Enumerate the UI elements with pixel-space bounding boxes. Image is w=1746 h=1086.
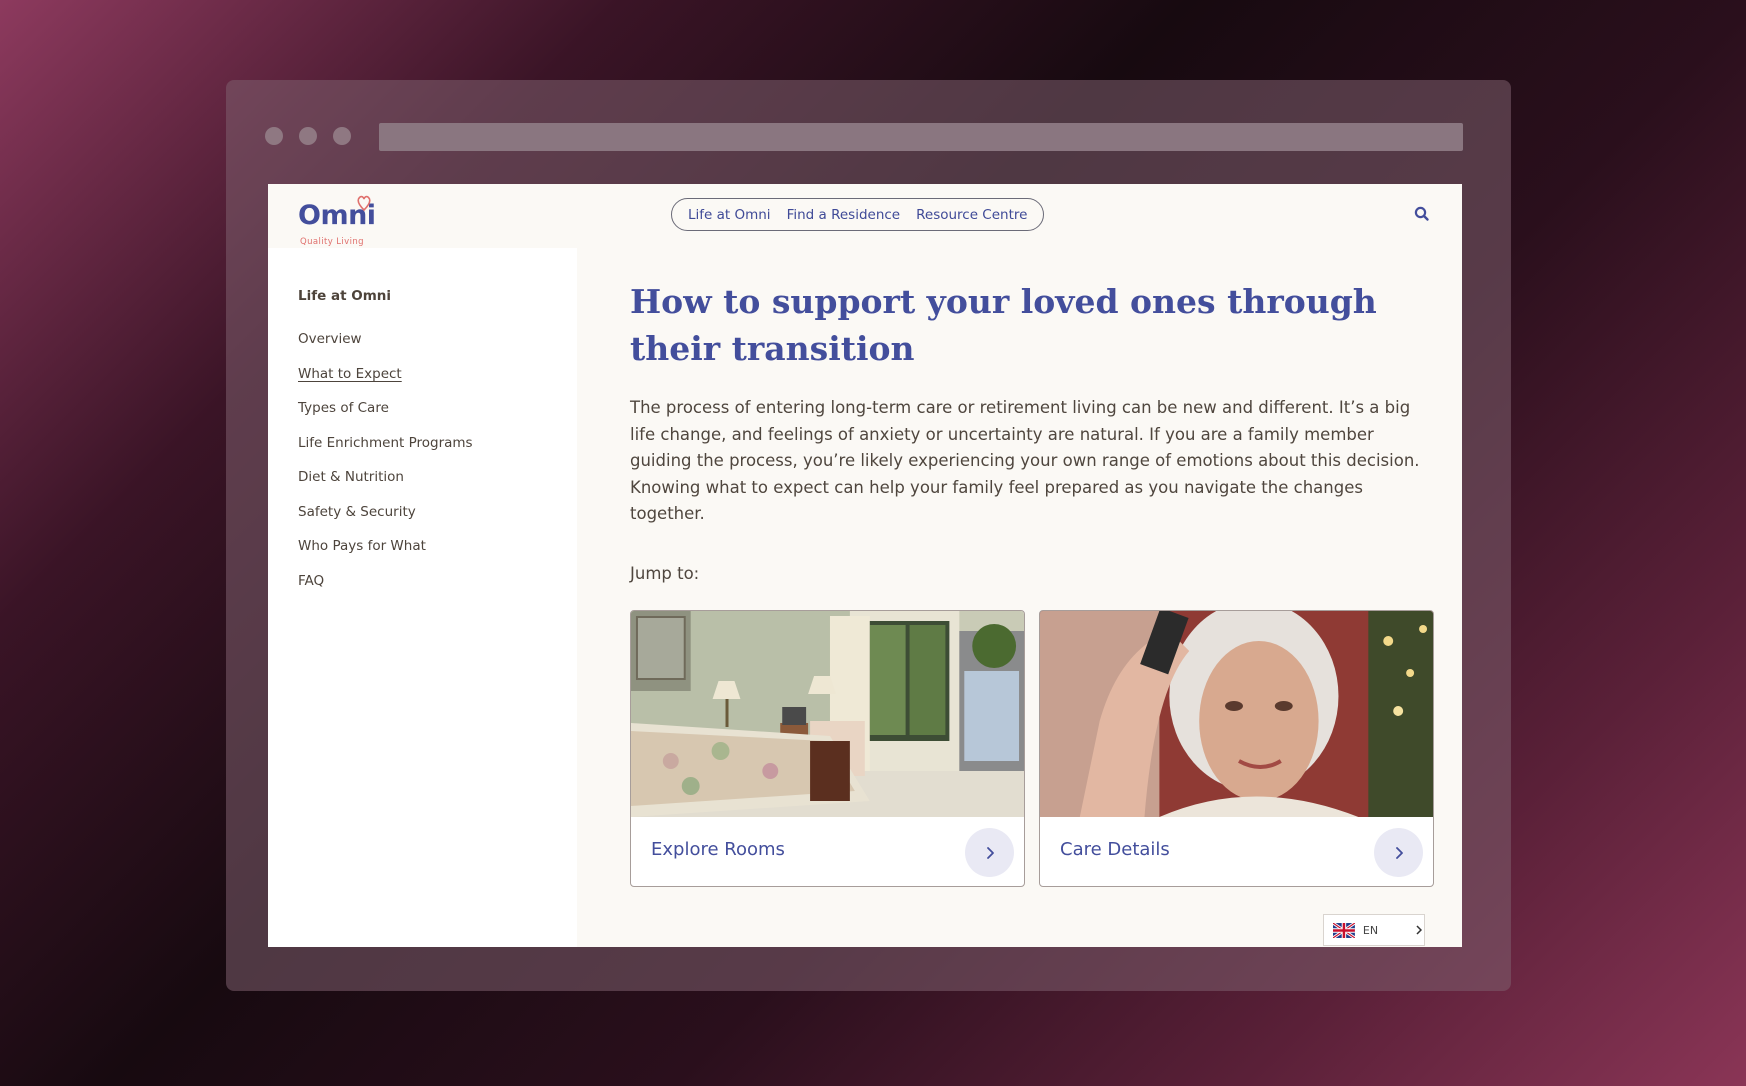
window-dot-maximize[interactable] <box>333 127 351 145</box>
web-page: Omni Quality Living Life at Omni Find a … <box>268 184 1462 947</box>
sidebar-item-what-to-expect[interactable]: What to Expect <box>298 366 473 401</box>
heart-icon <box>357 195 371 212</box>
care-details-card[interactable]: Care Details <box>1039 610 1434 887</box>
nav-find-a-residence[interactable]: Find a Residence <box>787 207 901 223</box>
jump-to-label: Jump to: <box>630 564 700 583</box>
sidebar-item-types-of-care[interactable]: Types of Care <box>298 400 473 435</box>
sidebar-item-diet-nutrition[interactable]: Diet & Nutrition <box>298 469 473 504</box>
logo-tagline: Quality Living <box>300 237 364 247</box>
nav-resource-centre[interactable]: Resource Centre <box>916 207 1027 223</box>
explore-rooms-label: Explore Rooms <box>651 839 785 860</box>
sidebar-item-faq[interactable]: FAQ <box>298 573 473 608</box>
chevron-right-icon <box>1416 925 1423 935</box>
bedroom-photo <box>631 611 1024 817</box>
nav-life-at-omni[interactable]: Life at Omni <box>688 207 771 223</box>
senior-woman-photo <box>1040 611 1433 817</box>
uk-flag-icon <box>1333 922 1355 938</box>
chevron-right-icon <box>1395 846 1403 859</box>
sidebar-item-life-enrichment-programs[interactable]: Life Enrichment Programs <box>298 435 473 470</box>
sidebar-item-who-pays[interactable]: Who Pays for What <box>298 538 473 573</box>
sidebar: Life at Omni Overview What to Expect Typ… <box>268 248 577 947</box>
main-nav: Life at Omni Find a Residence Resource C… <box>671 198 1045 231</box>
page-title: How to support your loved ones through t… <box>630 282 1377 368</box>
chevron-right-icon <box>986 846 994 859</box>
explore-rooms-card[interactable]: Explore Rooms <box>630 610 1025 887</box>
care-details-button[interactable] <box>1374 828 1423 877</box>
care-details-label: Care Details <box>1060 839 1170 860</box>
window-dot-minimize[interactable] <box>299 127 317 145</box>
omni-logo[interactable]: Omni Quality Living <box>298 192 378 247</box>
search-icon[interactable] <box>1413 205 1431 223</box>
explore-rooms-button[interactable] <box>965 828 1014 877</box>
intro-paragraph: The process of entering long-term care o… <box>630 398 1420 523</box>
language-code: EN <box>1362 923 1379 937</box>
sidebar-heading: Life at Omni <box>298 288 392 304</box>
language-selector[interactable]: EN <box>1323 914 1425 946</box>
site-header: Omni Quality Living Life at Omni Find a … <box>268 184 1462 248</box>
address-bar[interactable] <box>379 123 1463 151</box>
sidebar-item-overview[interactable]: Overview <box>298 331 473 366</box>
sidebar-item-safety-security[interactable]: Safety & Security <box>298 504 473 539</box>
sidebar-menu: Overview What to Expect Types of Care Li… <box>298 331 473 607</box>
window-dot-close[interactable] <box>265 127 283 145</box>
